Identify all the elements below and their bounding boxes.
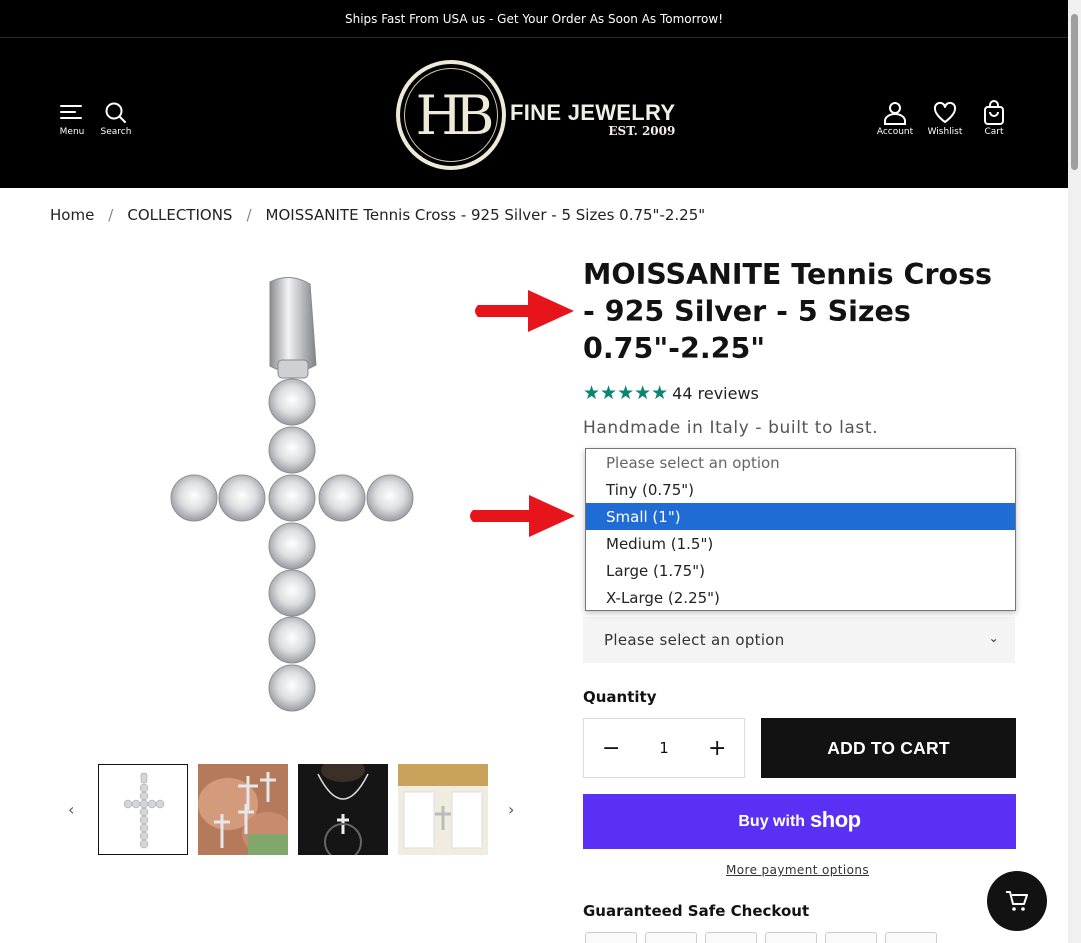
review-count[interactable]: 44 reviews: [672, 384, 759, 403]
logo-line1: FINE JEWELRY: [510, 100, 676, 125]
search-label: Search: [100, 127, 132, 137]
menu-button[interactable]: Menu: [50, 100, 94, 137]
dropdown-option-xlarge[interactable]: X-Large (2.25"): [586, 584, 1015, 611]
quantity-value[interactable]: 1: [659, 739, 669, 757]
scrollbar-thumb[interactable]: [1071, 14, 1078, 170]
menu-label: Menu: [59, 127, 85, 137]
logo[interactable]: HB: [396, 60, 506, 170]
cart-button[interactable]: Cart: [972, 100, 1016, 137]
cart-label: Cart: [984, 127, 1004, 137]
breadcrumb-separator: /: [246, 206, 252, 224]
mastercard-icon: [705, 932, 757, 943]
bag-icon: [984, 100, 1004, 125]
announcement-text: Ships Fast From USA us - Get Your Order …: [344, 11, 724, 26]
hand-thumbnail-image: [198, 764, 288, 855]
logo-monogram: HB: [415, 83, 495, 147]
account-icon: [884, 102, 906, 125]
product-tagline: Handmade in Italy - built to last.: [583, 418, 879, 438]
quantity-label: Quantity: [583, 688, 657, 706]
thumbnail-strip: [98, 764, 488, 855]
buy-with-label: Buy with: [738, 812, 806, 830]
wishlist-button[interactable]: Wishlist: [923, 100, 967, 137]
floating-cart-button[interactable]: [987, 871, 1047, 931]
increase-quantity-button[interactable]: +: [708, 736, 726, 761]
cross-thumbnail-image: [99, 765, 187, 854]
payment-card-icon: [765, 932, 817, 943]
product-main-image[interactable]: [150, 270, 440, 730]
breadcrumb-current: MOISSANITE Tennis Cross - 925 Silver - 5…: [265, 206, 706, 224]
dropdown-option-large[interactable]: Large (1.75"): [586, 557, 1015, 584]
amex-icon: [825, 932, 877, 943]
thumbnail-2[interactable]: [198, 764, 288, 855]
buy-with-shop-button[interactable]: Buy with shop: [583, 794, 1016, 849]
shop-logo: shop: [810, 807, 861, 832]
logo-text[interactable]: FINE JEWELRY EST. 2009: [510, 100, 675, 138]
wishlist-label: Wishlist: [927, 127, 963, 137]
annotation-arrow-icon: [470, 495, 575, 537]
quantity-stepper: − 1 +: [583, 718, 745, 778]
more-payment-options-link[interactable]: More payment options: [726, 863, 869, 877]
thumb-prev-icon[interactable]: ‹: [68, 800, 74, 819]
breadcrumb-separator: /: [108, 206, 114, 224]
search-icon: [105, 102, 126, 123]
payment-card-icon: [645, 932, 697, 943]
search-button[interactable]: Search: [94, 100, 138, 137]
thumbnail-1[interactable]: [98, 764, 188, 855]
decrease-quantity-button[interactable]: −: [602, 736, 620, 761]
dropdown-option-tiny[interactable]: Tiny (0.75"): [586, 476, 1015, 503]
variant-select-value: Please select an option: [604, 631, 785, 649]
thumbnail-4[interactable]: [398, 764, 488, 855]
packaging-thumbnail-image: [398, 764, 488, 855]
announcement-bar: Ships Fast From USA us - Get Your Order …: [0, 0, 1068, 38]
payment-card-icon: [885, 932, 937, 943]
page-scrollbar[interactable]: [1068, 0, 1081, 943]
chevron-down-icon: ⌄: [988, 631, 999, 645]
menu-icon: [60, 105, 82, 119]
product-title: MOISSANITE Tennis Cross - 925 Silver - 5…: [583, 258, 993, 365]
star-icon: ★★★★★: [583, 382, 669, 404]
add-to-cart-button[interactable]: ADD TO CART: [761, 718, 1016, 778]
thumb-next-icon[interactable]: ›: [508, 800, 514, 819]
thumbnail-3[interactable]: [298, 764, 388, 855]
account-label: Account: [876, 127, 914, 137]
account-button[interactable]: Account: [873, 100, 917, 137]
cart-icon: [1006, 891, 1028, 911]
rating-stars[interactable]: ★★★★★ 44 reviews: [583, 382, 759, 404]
payment-card-icon: [585, 932, 637, 943]
dropdown-option-placeholder[interactable]: Please select an option: [586, 449, 1015, 476]
heart-icon: [933, 101, 957, 123]
breadcrumb-collections[interactable]: COLLECTIONS: [127, 206, 232, 224]
breadcrumb: Home / COLLECTIONS / MOISSANITE Tennis C…: [50, 206, 705, 224]
model-thumbnail-image: [298, 764, 388, 855]
dropdown-option-small[interactable]: Small (1"): [586, 503, 1015, 530]
size-dropdown-list[interactable]: Please select an option Tiny (0.75") Sma…: [585, 448, 1016, 611]
payment-icons: [585, 932, 937, 943]
guaranteed-checkout-heading: Guaranteed Safe Checkout: [583, 902, 810, 920]
annotation-arrow-icon: [475, 290, 574, 332]
variant-select[interactable]: Please select an option ⌄: [583, 617, 1015, 663]
site-header: Menu Search HB FINE JEWELRY EST. 2009 Ac…: [0, 38, 1068, 188]
breadcrumb-home[interactable]: Home: [50, 206, 94, 224]
dropdown-option-medium[interactable]: Medium (1.5"): [586, 530, 1015, 557]
logo-line2: EST. 2009: [608, 124, 676, 138]
